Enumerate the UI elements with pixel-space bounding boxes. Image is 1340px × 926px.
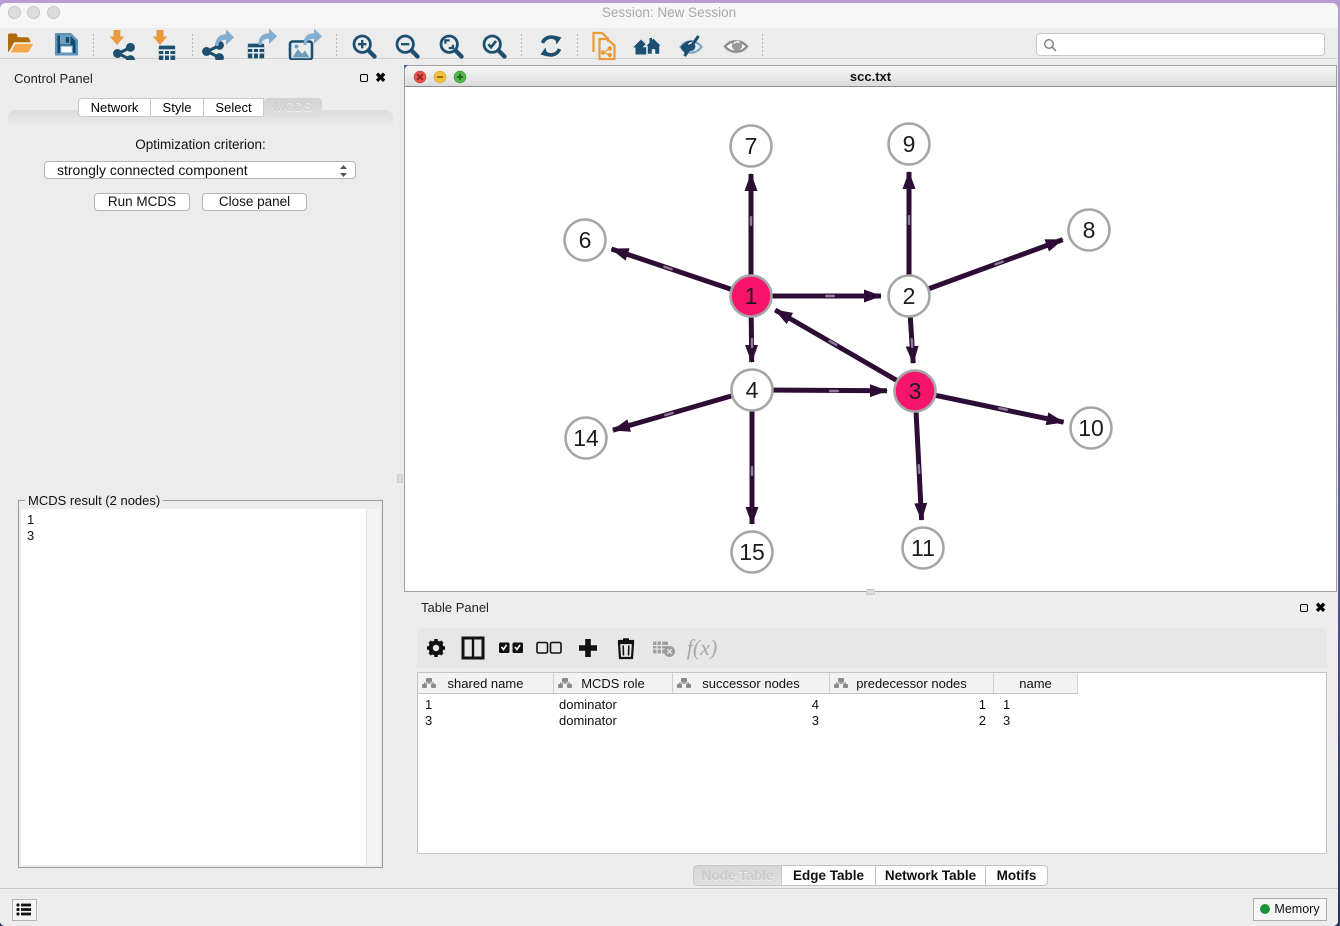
svg-text:6: 6 — [579, 227, 592, 253]
svg-text:10: 10 — [1078, 415, 1104, 441]
svg-text:14: 14 — [573, 425, 599, 451]
svg-text:9: 9 — [903, 131, 916, 157]
svg-text:7: 7 — [745, 133, 758, 159]
svg-text:2: 2 — [903, 283, 916, 309]
svg-text:15: 15 — [739, 539, 765, 565]
svg-text:4: 4 — [746, 377, 759, 403]
svg-text:1: 1 — [745, 283, 758, 309]
svg-text:11: 11 — [911, 535, 935, 561]
svg-text:8: 8 — [1083, 217, 1096, 243]
svg-text:f(x): f(x) — [687, 635, 718, 660]
svg-text:3: 3 — [909, 378, 922, 404]
